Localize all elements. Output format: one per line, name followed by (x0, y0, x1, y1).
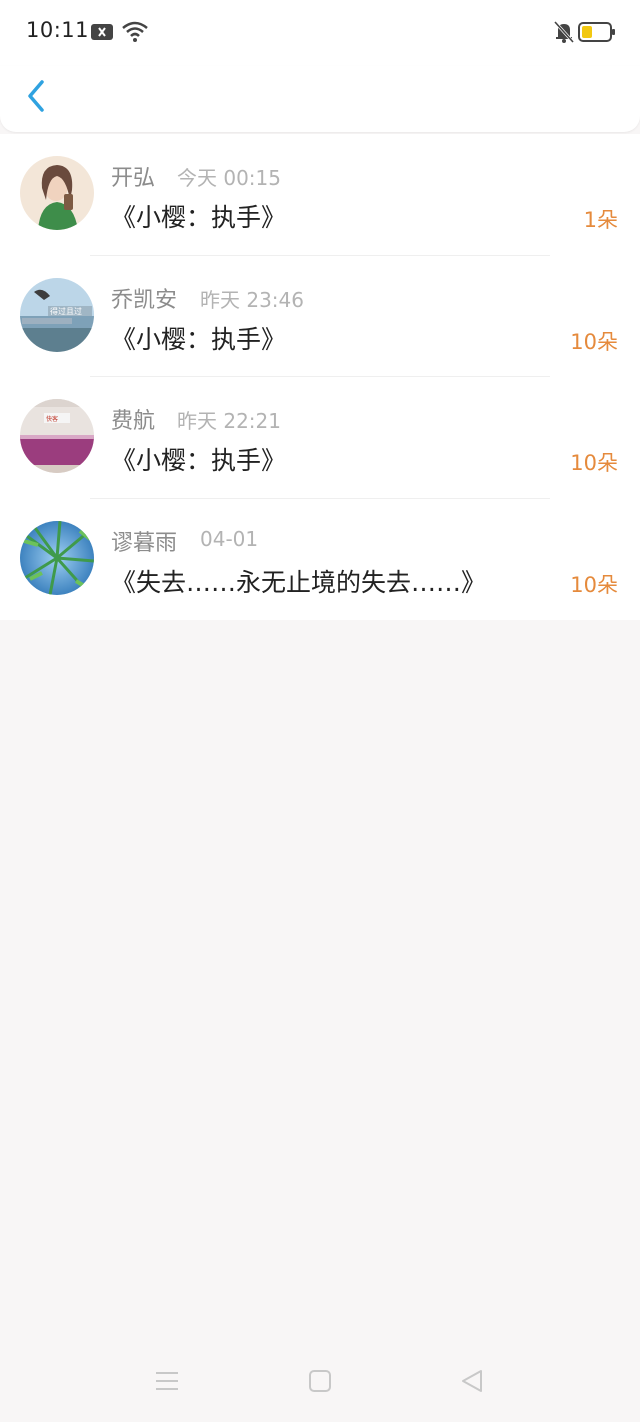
work-title: 《失去……永无止境的失去……》 (111, 567, 487, 597)
menu-button[interactable] (152, 1368, 182, 1398)
back-button[interactable] (18, 78, 54, 118)
back-nav-button[interactable] (457, 1368, 487, 1398)
svg-text:快客: 快客 (46, 415, 58, 423)
chevron-left-icon (26, 79, 46, 117)
send-time: 04-01 (200, 526, 259, 551)
send-time: 今天 00:15 (177, 166, 281, 190)
system-nav-bar (0, 1342, 640, 1422)
battery-icon (578, 21, 616, 47)
flower-count: 10朵 (570, 451, 618, 475)
avatar[interactable]: 得过且过 (20, 277, 94, 352)
sender-name: 开弘 (111, 166, 156, 191)
flower-count: 10朵 (570, 329, 618, 354)
flower-gift-list: 开弘 今天 00:15 《小樱：执手》 1朵 得过且过 乔凯安 昨天 23:46… (0, 134, 640, 620)
list-item[interactable]: 谬暮雨 04-01 《失去……永无止境的失去……》 10朵 (0, 499, 640, 621)
notification-x-icon (90, 22, 114, 46)
home-button[interactable] (305, 1368, 335, 1398)
back-triangle-icon (459, 1368, 485, 1398)
avatar[interactable]: 快客 (20, 399, 94, 473)
flower-count: 10朵 (570, 572, 618, 597)
list-item[interactable]: 得过且过 乔凯安 昨天 23:46 《小樱：执手》 10朵 (0, 256, 640, 377)
status-bar: 10:11 (0, 0, 640, 66)
work-title: 《小樱：执手》 (111, 324, 287, 354)
home-square-icon (308, 1369, 332, 1397)
wifi-icon (121, 20, 149, 48)
work-title: 《小樱：执手》 (111, 446, 287, 475)
sender-name: 谬暮雨 (111, 530, 178, 556)
flower-count: 1朵 (583, 208, 618, 232)
send-time: 昨天 22:21 (177, 409, 281, 433)
menu-icon (154, 1370, 180, 1396)
avatar[interactable] (20, 156, 94, 230)
avatar[interactable] (20, 520, 94, 595)
sender-name: 乔凯安 (111, 287, 178, 313)
status-time: 10:11 (26, 18, 90, 42)
list-item[interactable]: 开弘 今天 00:15 《小樱：执手》 1朵 (0, 134, 640, 256)
mute-bell-icon (553, 20, 575, 48)
work-title: 《小樱：执手》 (111, 203, 287, 232)
svg-text:得过且过: 得过且过 (50, 306, 82, 316)
send-time: 昨天 23:46 (200, 287, 304, 312)
list-item[interactable]: 快客 费航 昨天 22:21 《小樱：执手》 10朵 (0, 377, 640, 499)
sender-name: 费航 (111, 409, 156, 434)
header (0, 66, 640, 132)
